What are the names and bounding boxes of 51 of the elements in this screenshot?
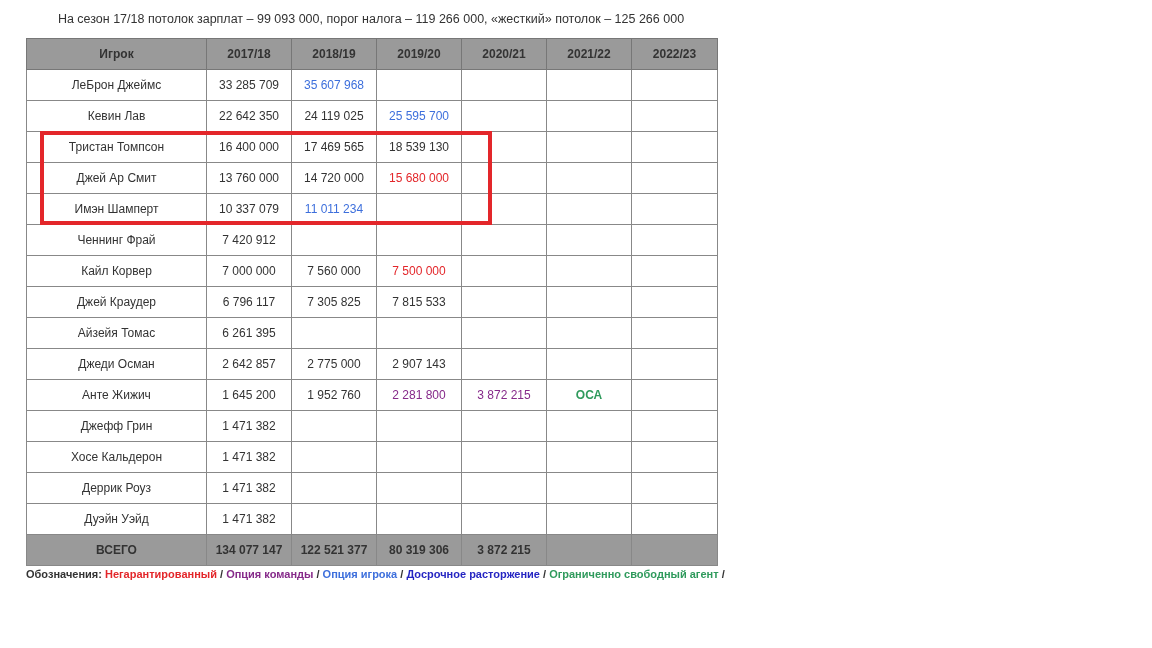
column-header: Игрок	[26, 38, 207, 70]
salary-cell: 7 815 533	[376, 286, 462, 318]
salary-cell: 2 907 143	[376, 348, 462, 380]
salary-cell: 1 471 382	[206, 441, 292, 473]
player-cell: Джеди Осман	[26, 348, 207, 380]
player-cell: Айзейя Томас	[26, 317, 207, 349]
column-header: 2019/20	[376, 38, 462, 70]
salary-cell: 7 305 825	[291, 286, 377, 318]
salary-cell: 1 645 200	[206, 379, 292, 411]
player-cell: Деррик Роуз	[26, 472, 207, 504]
table-caption: На сезон 17/18 потолок зарплат – 99 093 000, порог налога – 119 266 000, «жесткий» потолок – 125 266 000	[56, 12, 686, 28]
salary-cell: 6 261 395	[206, 317, 292, 349]
player-cell: Джей Краудер	[26, 286, 207, 318]
player-cell: Хосе Кальдерон	[26, 441, 207, 473]
salary-cell: 7 420 912	[206, 224, 292, 256]
salary-cell: 7 500 000	[376, 255, 462, 287]
legend: Обозначения: Негарантированный / Опция команды / Опция игрока / Досрочное расторжение / Ограниченно свободный агент /	[26, 568, 1152, 580]
column-header: 2018/19	[291, 38, 377, 70]
salary-cell: 7 000 000	[206, 255, 292, 287]
player-cell: Кайл Корвер	[26, 255, 207, 287]
player-cell: Кевин Лав	[26, 100, 207, 132]
total-cell: 3 872 215	[461, 534, 547, 566]
salary-cell: 2 775 000	[291, 348, 377, 380]
salary-cell: 2 642 857	[206, 348, 292, 380]
player-cell: Джефф Грин	[26, 410, 207, 442]
salary-cell: 1 952 760	[291, 379, 377, 411]
salary-cell: 33 285 709	[206, 69, 292, 101]
salary-cell: 6 796 117	[206, 286, 292, 318]
column-header: 2022/23	[631, 38, 718, 70]
salary-cell: 2 281 800	[376, 379, 462, 411]
total-cell: ВСЕГО	[26, 534, 207, 566]
salary-cell: 1 471 382	[206, 410, 292, 442]
salary-cell: 7 560 000	[291, 255, 377, 287]
column-header: 2021/22	[546, 38, 632, 70]
column-header: 2020/21	[461, 38, 547, 70]
total-cell: 134 077 147	[206, 534, 292, 566]
total-cell: 80 319 306	[376, 534, 462, 566]
salary-cell: 3 872 215	[461, 379, 547, 411]
player-cell: Анте Жижич	[26, 379, 207, 411]
salary-cell: 25 595 700	[376, 100, 462, 132]
player-cell: Дуэйн Уэйд	[26, 503, 207, 535]
player-cell: ЛеБрон Джеймс	[26, 69, 207, 101]
salary-cell: ОСА	[546, 379, 632, 411]
salary-cell: 24 119 025	[291, 100, 377, 132]
column-header: 2017/18	[206, 38, 292, 70]
salary-cell: 1 471 382	[206, 472, 292, 504]
salary-cell: 1 471 382	[206, 503, 292, 535]
total-cell: 122 521 377	[291, 534, 377, 566]
player-cell: Ченнинг Фрай	[26, 224, 207, 256]
salary-cell: 35 607 968	[291, 69, 377, 101]
salary-cell: 22 642 350	[206, 100, 292, 132]
